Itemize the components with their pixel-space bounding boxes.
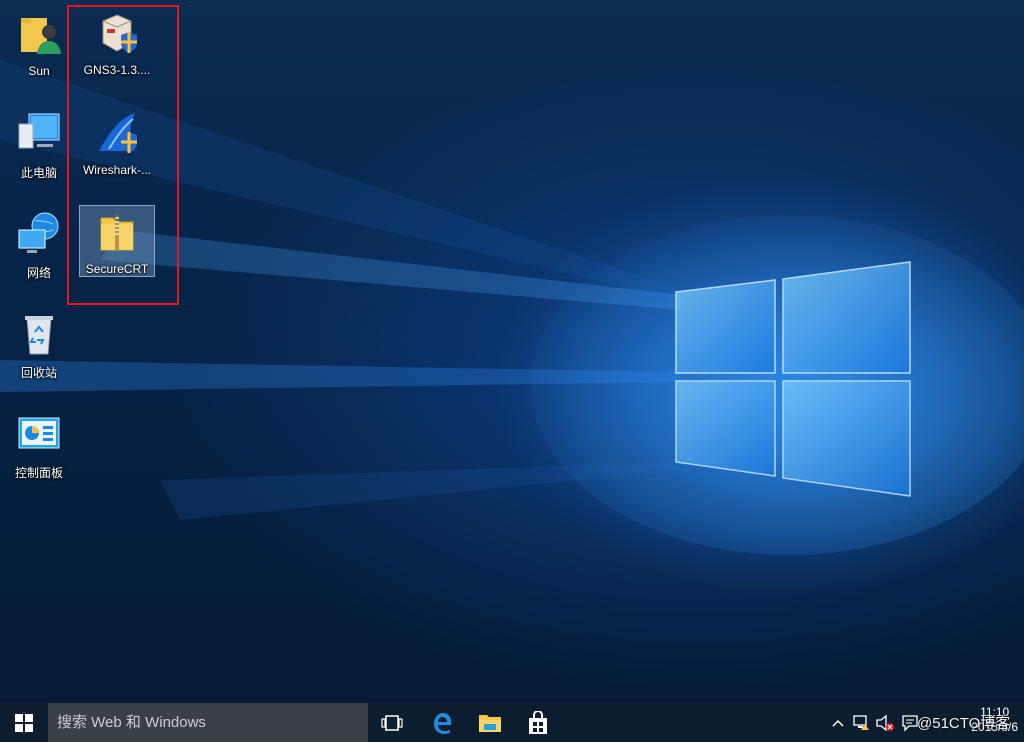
desktop-icon-user-folder[interactable]: Sun [1,8,77,82]
network-error-icon [853,714,869,730]
store-button[interactable] [514,703,562,742]
annotation-highlight-box [67,5,179,305]
chevron-up-icon [832,719,844,727]
desktop-icon-this-pc[interactable]: 此电脑 [1,108,77,182]
desktop-icon-label: 回收站 [20,366,57,380]
windows-start-icon [15,713,33,732]
desktop-icon-label: 控制面板 [14,466,63,480]
desktop-icon-label: 此电脑 [20,166,57,180]
volume-tray-button[interactable] [874,703,896,742]
network-icon [15,210,63,258]
task-view-button[interactable] [368,703,416,742]
task-view-icon [381,714,403,731]
desktop-icon-recycle-bin[interactable]: 回收站 [1,308,77,382]
start-button[interactable] [0,703,48,742]
edge-icon [434,712,452,734]
desktop-icon-control-panel[interactable]: 控制面板 [1,408,77,482]
desktop-icon-network[interactable]: 网络 [1,208,77,282]
volume-muted-icon [876,714,894,731]
recycle-bin-icon [15,310,63,358]
computer-icon [15,110,63,158]
file-explorer-icon [479,714,501,732]
search-input[interactable]: 搜索 Web 和 Windows [48,703,368,742]
taskbar: 搜索 Web 和 Windows 11:10 2015/8/6 [0,703,1024,742]
desktop-icon-label: Sun [28,64,50,78]
store-icon [529,710,547,734]
user-folder-icon [15,10,63,58]
show-hidden-icons-button[interactable] [828,703,848,742]
watermark-text: @51CTO博客 [917,715,1011,732]
file-explorer-button[interactable] [466,703,514,742]
control-panel-icon [15,410,63,458]
network-tray-button[interactable] [851,703,873,742]
desktop-icon-label: 网络 [26,266,51,280]
edge-button[interactable] [418,703,466,742]
